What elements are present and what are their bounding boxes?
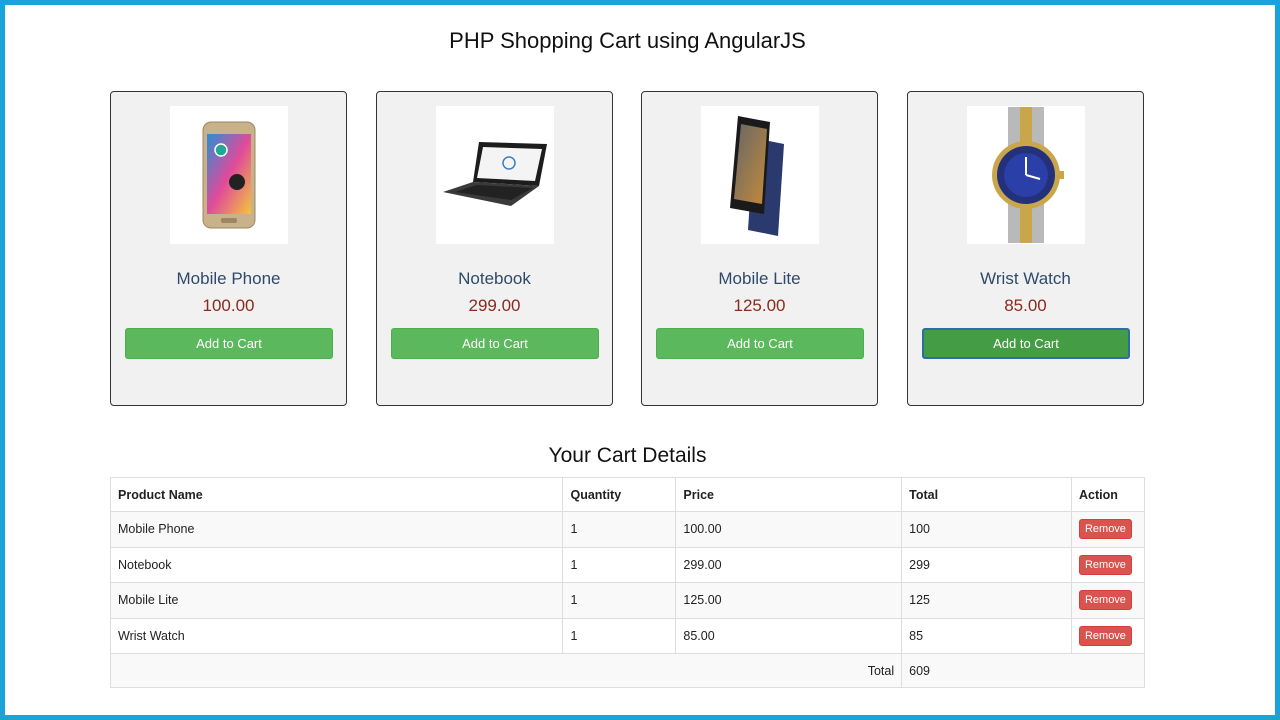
cart-section-title: Your Cart Details xyxy=(548,444,707,467)
product-name: Wrist Watch xyxy=(980,269,1071,288)
table-header-row: Product Name Quantity Price Total Action xyxy=(109,477,1146,512)
column-header: Quantity xyxy=(562,477,677,512)
cell-action: Remove xyxy=(1070,582,1146,619)
phone-lite-image xyxy=(701,106,819,244)
cell-price: 100.00 xyxy=(675,511,903,548)
cell-quantity: 1 xyxy=(562,617,677,654)
product-card-notebook: Notebook 299.00 Add to Cart xyxy=(376,91,613,406)
laptop-image xyxy=(436,106,554,244)
cell-action: Remove xyxy=(1070,546,1146,583)
cell-product-name: Wrist Watch xyxy=(109,617,564,654)
product-card-mobile-lite: Mobile Lite 125.00 Add to Cart xyxy=(641,91,878,406)
product-card-wrist-watch: Wrist Watch 85.00 Add to Cart xyxy=(907,91,1144,406)
cart-total-row: Total 609 xyxy=(109,653,1145,688)
column-header: Product Name xyxy=(109,477,564,512)
watch-image xyxy=(967,106,1085,244)
add-to-cart-button[interactable]: Add to Cart xyxy=(656,328,864,359)
remove-button[interactable]: Remove xyxy=(1078,625,1132,646)
table-row: Wrist Watch 1 85.00 85 Remove xyxy=(109,617,1146,654)
cell-quantity: 1 xyxy=(562,546,677,583)
total-label: Total xyxy=(109,653,903,688)
table-row: Notebook 1 299.00 299 Remove xyxy=(109,546,1146,583)
total-value: 609 xyxy=(901,653,1145,688)
remove-button[interactable]: Remove xyxy=(1078,554,1132,575)
cell-action: Remove xyxy=(1070,617,1146,654)
cell-price: 85.00 xyxy=(675,617,903,654)
add-to-cart-button[interactable]: Add to Cart xyxy=(391,328,599,359)
product-card-mobile-phone: Mobile Phone 100.00 Add to Cart xyxy=(110,91,347,406)
cell-action: Remove xyxy=(1070,511,1146,548)
product-name: Mobile Phone xyxy=(176,269,281,288)
product-price: 299.00 xyxy=(468,296,521,315)
cell-total: 85 xyxy=(901,617,1072,654)
column-header: Action xyxy=(1070,477,1146,512)
cell-total: 299 xyxy=(901,546,1072,583)
product-price: 125.00 xyxy=(733,296,786,315)
column-header: Price xyxy=(675,477,903,512)
remove-button[interactable]: Remove xyxy=(1078,590,1132,611)
product-name: Notebook xyxy=(458,269,531,288)
table-row: Mobile Phone 1 100.00 100 Remove xyxy=(109,511,1146,548)
cell-quantity: 1 xyxy=(562,582,677,619)
product-price: 85.00 xyxy=(1004,296,1047,315)
cell-product-name: Notebook xyxy=(109,546,564,583)
table-row: Mobile Lite 1 125.00 125 Remove xyxy=(109,582,1146,619)
cell-price: 299.00 xyxy=(675,546,903,583)
remove-button[interactable]: Remove xyxy=(1078,519,1132,540)
cell-price: 125.00 xyxy=(675,582,903,619)
cell-total: 100 xyxy=(901,511,1072,548)
product-price: 100.00 xyxy=(202,296,255,315)
add-to-cart-button[interactable]: Add to Cart xyxy=(125,328,333,359)
add-to-cart-button[interactable]: Add to Cart xyxy=(922,328,1130,359)
page-title: PHP Shopping Cart using AngularJS xyxy=(449,28,806,53)
cell-quantity: 1 xyxy=(562,511,677,548)
cell-product-name: Mobile Phone xyxy=(109,511,564,548)
product-name: Mobile Lite xyxy=(718,269,801,288)
phone-image xyxy=(170,106,288,244)
column-header: Total xyxy=(901,477,1072,512)
cell-total: 125 xyxy=(901,582,1072,619)
cell-product-name: Mobile Lite xyxy=(109,582,564,619)
cart-table: Product Name Quantity Price Total Action… xyxy=(109,477,1146,688)
